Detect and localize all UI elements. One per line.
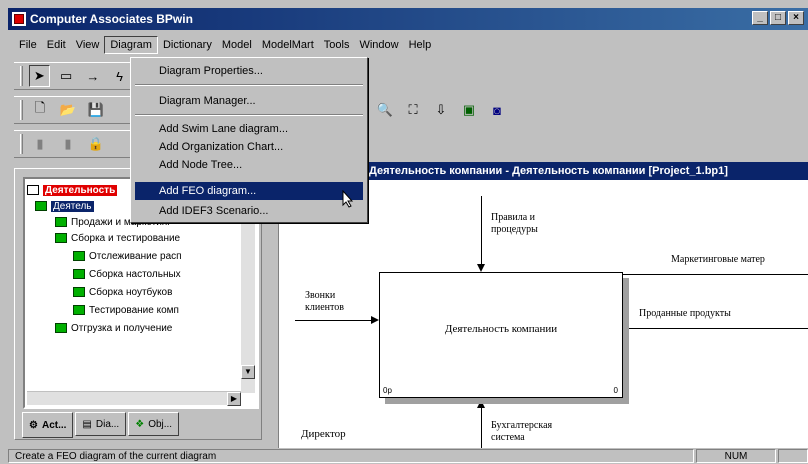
diagram-menu: Diagram Properties... Diagram Manager...…: [130, 57, 368, 223]
tree-item-selected[interactable]: Деятель: [35, 199, 94, 213]
save-icon[interactable]: 💾: [85, 99, 107, 121]
menu-add-org-chart[interactable]: Add Organization Chart...: [135, 138, 363, 156]
open-folder-icon[interactable]: 📂: [57, 99, 79, 121]
tab-objects[interactable]: ❖ Obj...: [128, 412, 180, 436]
activity-icon: [73, 305, 85, 315]
output-label: Проданные продукты: [639, 308, 731, 319]
menu-diagram[interactable]: Diagram: [104, 36, 158, 54]
activities-icon: ⚙: [29, 419, 38, 431]
pointer-tool-icon[interactable]: ➤: [28, 65, 50, 87]
tree-item[interactable]: Сборка и тестирование: [55, 231, 180, 245]
tree-item[interactable]: Сборка настольных: [73, 267, 181, 281]
title-bar: Computer Associates BPwin _ □ ×: [8, 8, 808, 30]
activity-box[interactable]: Деятельность компании 0p 0: [379, 272, 623, 398]
activity-icon: [73, 269, 85, 279]
node-tree-icon[interactable]: ▣: [458, 99, 480, 121]
menu-help[interactable]: Help: [404, 37, 437, 53]
app-icon: [12, 12, 26, 26]
activity-icon: [73, 287, 85, 297]
close-button[interactable]: ×: [788, 11, 804, 25]
input-label: Звонки клиентов: [305, 290, 344, 313]
menu-add-feo-diagram[interactable]: Add FEO diagram...: [135, 182, 363, 200]
tree-item[interactable]: Сборка ноутбуков: [73, 285, 172, 299]
mechanism-label: Бухгалтерская система: [491, 420, 553, 443]
control-label: Правила и процедуры: [491, 212, 538, 235]
status-text: Create a FEO diagram of the current diag…: [8, 449, 694, 463]
status-num: NUM: [696, 449, 776, 463]
activity-icon: [55, 323, 67, 333]
menu-file[interactable]: File: [14, 37, 42, 53]
bpwin-app: Computer Associates BPwin _ □ × File Edi…: [0, 0, 808, 464]
director-label: Директор: [301, 428, 346, 440]
tools-toolbar: ➤ ▭ → ϟ: [14, 62, 130, 90]
tab-diagrams[interactable]: ▤ Dia...: [75, 412, 127, 436]
new-file-icon[interactable]: 🗋: [29, 99, 51, 121]
menu-add-idef3-scenario[interactable]: Add IDEF3 Scenario...: [135, 202, 363, 220]
zoom-fit-icon[interactable]: ⛶: [402, 99, 424, 121]
maximize-button[interactable]: □: [770, 11, 786, 25]
menu-window[interactable]: Window: [354, 37, 403, 53]
scroll-right-icon[interactable]: ▶: [227, 392, 241, 406]
view-toolbar: 🔍 ⛶ ⇩ ▣ ◙: [368, 96, 548, 124]
menu-add-node-tree[interactable]: Add Node Tree...: [135, 156, 363, 174]
mart-toolbar: ▮ ▮ 🔒: [14, 130, 130, 158]
output-top-label: Маркетинговые матер: [671, 254, 765, 265]
menu-model[interactable]: Model: [217, 37, 257, 53]
menu-modelmart[interactable]: ModelMart: [257, 37, 319, 53]
menu-separator: [135, 84, 363, 86]
menu-dictionary[interactable]: Dictionary: [158, 37, 217, 53]
activity-icon: [73, 251, 85, 261]
explorer-tabs: ⚙ Act... ▤ Dia... ❖ Obj...: [22, 412, 180, 438]
tree-root[interactable]: Деятельность: [27, 183, 118, 197]
control-arrow-icon: [477, 264, 485, 272]
squiggle-tool-icon[interactable]: ϟ: [109, 65, 130, 87]
activity-corner-left: 0p: [383, 386, 392, 395]
menu-diagram-properties[interactable]: Diagram Properties...: [135, 62, 363, 80]
minimize-button[interactable]: _: [752, 11, 768, 25]
model-explorer-icon[interactable]: ◙: [486, 99, 508, 121]
menu-tools[interactable]: Tools: [319, 37, 355, 53]
window-title: Computer Associates BPwin: [30, 12, 193, 26]
activity-icon: [55, 233, 67, 243]
decompose-icon[interactable]: ⇩: [430, 99, 452, 121]
tree-item[interactable]: Отгрузка и получение: [55, 321, 172, 335]
menu-bar: File Edit View Diagram Dictionary Model …: [8, 34, 808, 56]
diagrams-icon: ▤: [82, 418, 92, 430]
status-empty: [778, 449, 808, 463]
activity-icon: [55, 217, 67, 227]
menu-edit[interactable]: Edit: [42, 37, 71, 53]
tree-item[interactable]: Тестирование комп: [73, 303, 179, 317]
root-icon: [27, 185, 39, 195]
activity-name: Деятельность компании: [444, 323, 558, 335]
tab-activities[interactable]: ⚙ Act...: [22, 412, 74, 438]
mouse-cursor-icon: [342, 190, 354, 208]
horizontal-scrollbar[interactable]: ▶: [27, 391, 241, 406]
objects-icon: ❖: [135, 418, 145, 430]
mechanism-arrow-icon: [477, 400, 485, 408]
input-arrow-icon: [371, 316, 379, 324]
mart-icon-2[interactable]: ▮: [57, 133, 79, 155]
zoom-icon[interactable]: 🔍: [374, 99, 396, 121]
mart-icon[interactable]: ▮: [29, 133, 51, 155]
lock-icon[interactable]: 🔒: [85, 133, 107, 155]
tree-item[interactable]: Отслеживание расп: [73, 249, 182, 263]
menu-separator: [135, 114, 363, 116]
menu-view[interactable]: View: [71, 37, 105, 53]
status-bar: Create a FEO diagram of the current diag…: [8, 448, 808, 464]
activity-corner-right: 0: [613, 386, 618, 395]
scroll-down-icon[interactable]: ▼: [241, 365, 255, 379]
box-tool-icon[interactable]: ▭: [56, 65, 77, 87]
menu-diagram-manager[interactable]: Diagram Manager...: [135, 92, 363, 110]
activity-icon: [35, 201, 47, 211]
arrow-tool-icon[interactable]: →: [83, 65, 104, 87]
standard-toolbar: 🗋 📂 💾: [14, 96, 130, 124]
menu-add-swim-lane[interactable]: Add Swim Lane diagram...: [135, 120, 363, 138]
